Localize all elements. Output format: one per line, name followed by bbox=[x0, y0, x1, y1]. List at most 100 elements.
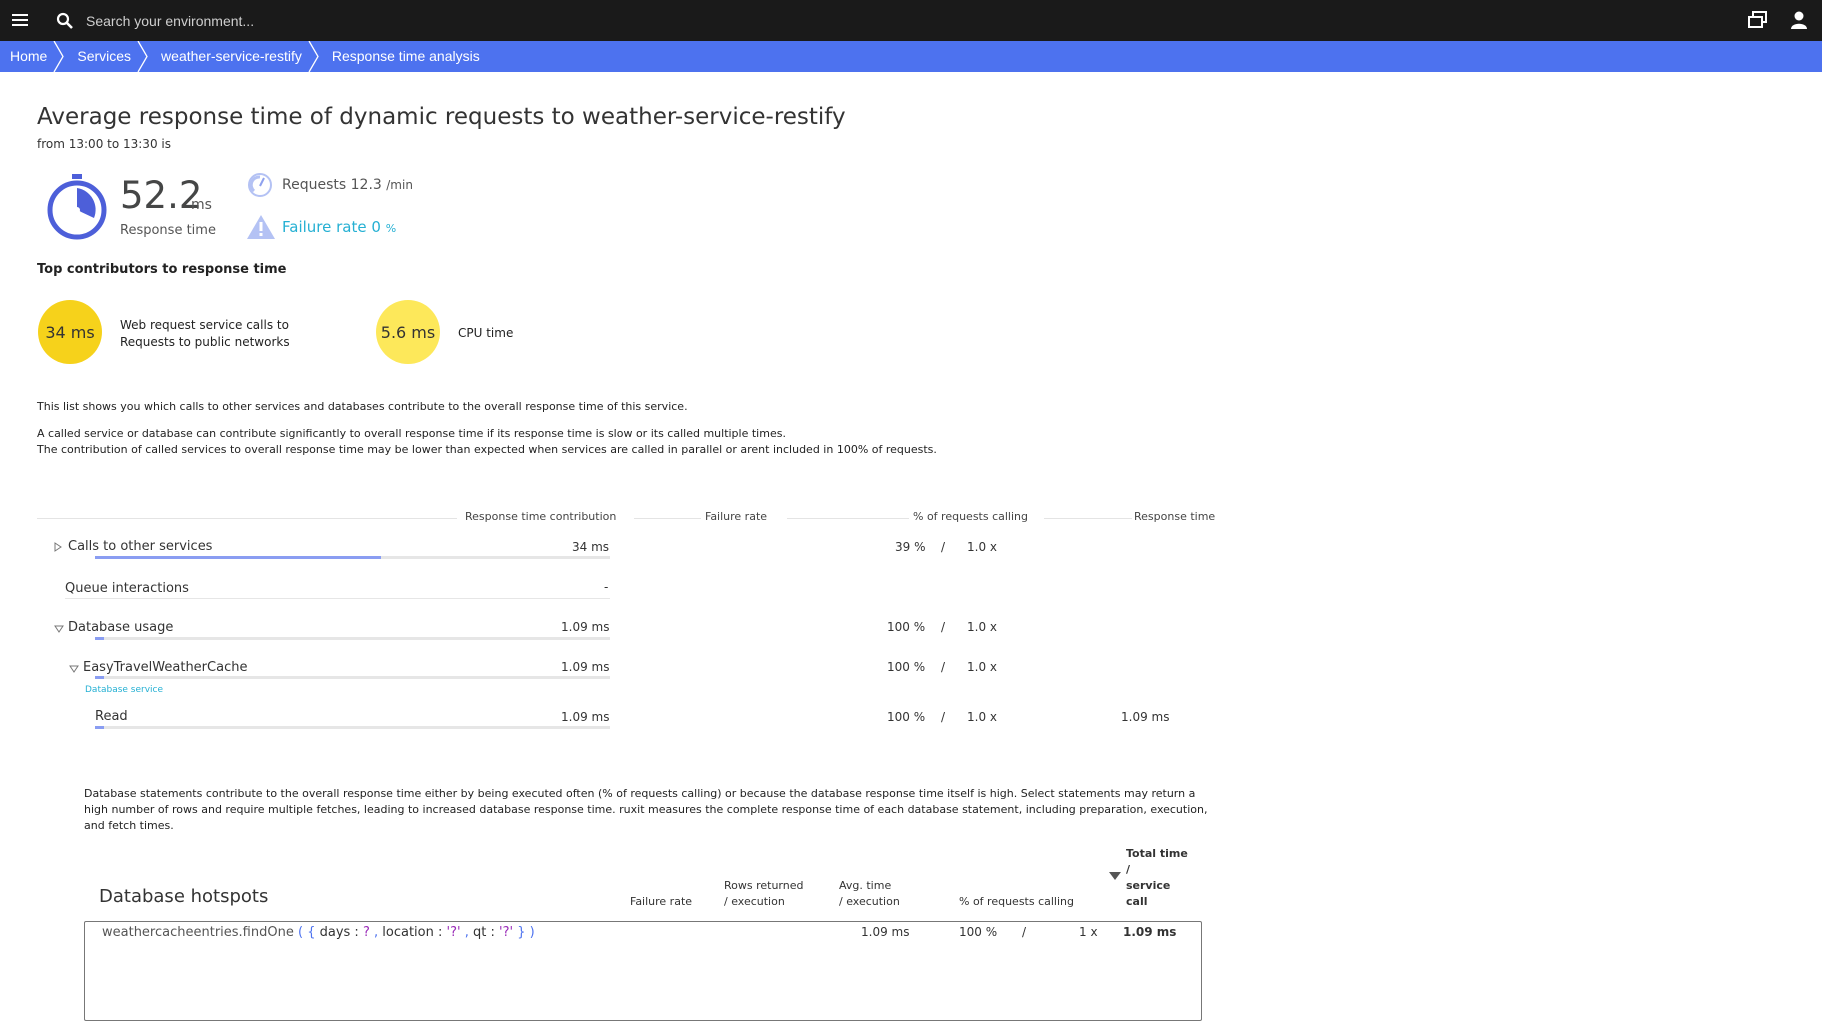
header-requests-calling: % of requests calling bbox=[913, 510, 1029, 523]
row-sep: / bbox=[941, 710, 946, 724]
breadcrumb-label: Home bbox=[10, 48, 48, 64]
contribution-bar-track bbox=[95, 676, 610, 679]
statement-param: '?' bbox=[446, 925, 461, 940]
row-response-time: 1.09 ms bbox=[1121, 710, 1170, 724]
hotspot-header-avg[interactable]: Avg. time / execution bbox=[839, 878, 900, 910]
contribution-bar bbox=[95, 726, 104, 729]
hotspot-header-total-line-2: / bbox=[1126, 863, 1131, 876]
header-divider bbox=[1044, 518, 1132, 519]
row-sep: / bbox=[941, 540, 946, 554]
statement-comma: , bbox=[464, 925, 469, 940]
row-contribution: 1.09 ms bbox=[561, 620, 610, 634]
stopwatch-icon bbox=[47, 174, 107, 240]
statement-param: '?' bbox=[499, 925, 514, 940]
breadcrumb-separator-icon bbox=[137, 41, 148, 72]
contribution-bar bbox=[95, 676, 104, 679]
expand-icon[interactable] bbox=[54, 542, 62, 552]
breadcrumb: Home Services weather-service-restify Re… bbox=[0, 41, 1822, 72]
contribution-bar-track bbox=[95, 637, 610, 640]
menu-icon[interactable] bbox=[12, 12, 30, 28]
row-queue-interactions[interactable]: Queue interactions bbox=[65, 581, 189, 596]
search-icon[interactable] bbox=[56, 12, 74, 30]
database-description: Database statements contribute to the ov… bbox=[84, 787, 1208, 832]
contribution-bar-track bbox=[95, 726, 610, 729]
failure-rate-link[interactable]: Failure rate 0 % bbox=[282, 218, 396, 236]
sort-desc-icon[interactable] bbox=[1109, 872, 1121, 880]
description-line-3: The contribution of called services to o… bbox=[37, 443, 937, 456]
breadcrumb-home[interactable]: Home bbox=[0, 41, 65, 72]
header-divider bbox=[37, 518, 457, 519]
row-times: 1.0 x bbox=[967, 660, 997, 674]
statement-key: days : bbox=[319, 925, 359, 940]
hotspot-header-rows-line-2: / execution bbox=[724, 895, 785, 908]
statement-param: ? bbox=[362, 925, 370, 940]
row-calls-to-other-services[interactable]: Calls to other services bbox=[68, 539, 212, 554]
hotspot-sep: / bbox=[1022, 925, 1027, 939]
row-times: 1.0 x bbox=[967, 620, 997, 634]
row-contribution: 34 ms bbox=[572, 540, 610, 554]
top-bar bbox=[0, 0, 1822, 41]
search-input[interactable] bbox=[84, 8, 508, 34]
failure-label: Failure rate bbox=[282, 218, 367, 236]
contributor-label-web-request: Web request service calls to Requests to… bbox=[120, 318, 290, 349]
collapse-icon[interactable] bbox=[54, 625, 64, 633]
hotspot-times: 1 x bbox=[1079, 925, 1098, 939]
hotspot-avg-time: 1.09 ms bbox=[861, 925, 910, 939]
breadcrumb-separator-icon bbox=[308, 41, 319, 72]
response-time-label: Response time bbox=[120, 223, 216, 238]
requests-value: 12.3 bbox=[350, 177, 382, 193]
page-title: Average response time of dynamic request… bbox=[37, 104, 846, 130]
row-pct: 39 % bbox=[895, 540, 926, 554]
breadcrumb-separator-icon bbox=[53, 41, 65, 72]
contributors-heading: Top contributors to response time bbox=[37, 262, 287, 277]
hotspot-header-pct[interactable]: % of requests calling bbox=[959, 894, 1074, 910]
row-sep: / bbox=[941, 620, 946, 634]
requests-gauge-icon bbox=[248, 173, 272, 197]
row-read[interactable]: Read bbox=[95, 709, 128, 724]
hotspot-statement[interactable]: weathercacheentries.findOne ( { days : ?… bbox=[102, 925, 535, 940]
row-pct: 100 % bbox=[887, 620, 926, 634]
windows-icon[interactable] bbox=[1748, 11, 1768, 29]
hotspot-total: 1.09 ms bbox=[1123, 925, 1177, 939]
description-line-1: This list shows you which calls to other… bbox=[37, 400, 688, 413]
collapse-icon[interactable] bbox=[69, 665, 79, 673]
breadcrumb-services[interactable]: Services bbox=[65, 41, 149, 72]
hotspot-header-failure[interactable]: Failure rate bbox=[630, 894, 692, 910]
contributor-bubble-cpu[interactable]: 5.6 ms bbox=[376, 300, 440, 364]
statement-comma: , bbox=[374, 925, 379, 940]
header-contribution: Response time contribution bbox=[465, 510, 617, 523]
header-response-time: Response time bbox=[1134, 510, 1216, 523]
header-divider bbox=[787, 518, 909, 519]
statement-close: } ) bbox=[517, 925, 535, 940]
statement-open: ( { bbox=[297, 925, 316, 940]
hotspot-header-rows[interactable]: Rows returned / execution bbox=[724, 878, 804, 910]
breadcrumb-service[interactable]: weather-service-restify bbox=[149, 41, 320, 72]
row-times: 1.0 x bbox=[967, 540, 997, 554]
requests-label: Requests bbox=[282, 177, 347, 193]
breadcrumb-response-time-analysis[interactable]: Response time analysis bbox=[320, 41, 498, 72]
hotspot-pct: 100 % bbox=[959, 925, 998, 939]
hotspot-header-total-line-3: service bbox=[1126, 879, 1171, 892]
failure-value: 0 bbox=[371, 218, 381, 236]
row-pct: 100 % bbox=[887, 660, 926, 674]
breadcrumb-label: weather-service-restify bbox=[161, 48, 302, 64]
row-easytravel-weather-cache[interactable]: EasyTravelWeatherCache bbox=[83, 660, 247, 675]
statement-name: weathercacheentries.findOne bbox=[102, 925, 294, 940]
database-service-link[interactable]: Database service bbox=[85, 685, 163, 695]
page-subtitle: from 13:00 to 13:30 is bbox=[37, 137, 171, 151]
user-icon[interactable] bbox=[1790, 10, 1808, 30]
hotspot-header-total[interactable]: Total time / service call bbox=[1126, 846, 1188, 910]
requests-unit: /min bbox=[386, 178, 413, 192]
row-database-usage[interactable]: Database usage bbox=[68, 620, 173, 635]
row-sep: / bbox=[941, 660, 946, 674]
breadcrumb-label: Services bbox=[77, 48, 132, 64]
row-contribution: 1.09 ms bbox=[561, 660, 610, 674]
contributor-bubble-web-request[interactable]: 34 ms bbox=[38, 300, 102, 364]
row-contribution: - bbox=[604, 580, 609, 594]
header-failure-rate: Failure rate bbox=[705, 510, 768, 523]
row-contribution: 1.09 ms bbox=[561, 710, 610, 724]
contribution-bar bbox=[95, 637, 104, 640]
header-divider bbox=[634, 518, 701, 519]
hotspot-header-total-line-4: call bbox=[1126, 895, 1148, 908]
hotspot-header-rows-line-1: Rows returned bbox=[724, 879, 804, 892]
